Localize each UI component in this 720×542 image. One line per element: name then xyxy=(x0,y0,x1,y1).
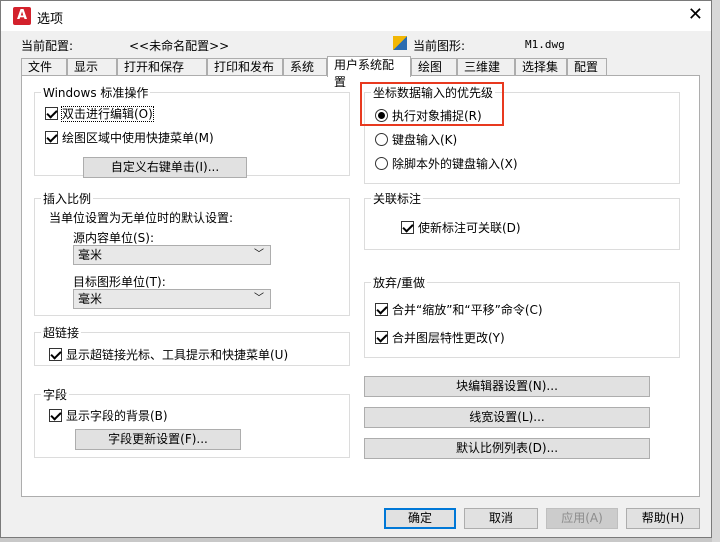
title-bar: A 选项 ✕ xyxy=(1,1,711,31)
close-icon[interactable]: ✕ xyxy=(688,4,703,25)
checkbox-checked-icon[interactable] xyxy=(375,303,388,316)
source-units-select[interactable]: 毫米 ﹀ xyxy=(73,245,271,265)
group-undo-redo-title: 放弃/重做 xyxy=(371,274,428,291)
checkbox-checked-icon[interactable] xyxy=(45,107,58,120)
checkbox-checked-icon[interactable] xyxy=(45,131,58,144)
group-assoc-dim: 关联标注 使新标注可关联(D) xyxy=(364,190,680,250)
group-insert-scale-title: 插入比例 xyxy=(41,190,94,207)
radio-keyboard-except-scripts[interactable]: 除脚本外的键盘输入(X) xyxy=(375,155,518,172)
autocad-app-icon: A xyxy=(13,7,31,25)
background-drawing-area xyxy=(712,0,720,542)
radio-unselected-icon[interactable] xyxy=(375,133,388,146)
field-update-settings-button[interactable]: 字段更新设置(F)... xyxy=(75,429,241,450)
insert-scale-description: 当单位设置为无单位时的默认设置: xyxy=(49,211,234,225)
show-field-background-checkbox[interactable]: 显示字段的背景(B) xyxy=(49,407,168,424)
checkbox-checked-icon[interactable] xyxy=(49,409,62,422)
combine-layer-changes-checkbox[interactable]: 合并图层特性更改(Y) xyxy=(375,329,505,346)
chevron-down-icon: ﹀ xyxy=(254,249,264,260)
customize-right-click-button[interactable]: 自定义右键单击(I)... xyxy=(83,157,247,178)
group-windows-ops-title: Windows 标准操作 xyxy=(41,84,151,101)
radio-keyboard-entry[interactable]: 键盘输入(K) xyxy=(375,131,457,148)
group-fields: 字段 显示字段的背景(B) 字段更新设置(F)... xyxy=(34,386,350,458)
target-units-label: 目标图形单位(T): xyxy=(73,275,166,289)
current-drawing-label: 当前图形: xyxy=(413,39,466,53)
cancel-button[interactable]: 取消 xyxy=(464,508,538,529)
red-highlight-annotation xyxy=(360,82,504,126)
current-config-label: 当前配置: xyxy=(21,39,74,53)
double-click-edit-checkbox[interactable]: 双击进行编辑(O) xyxy=(45,105,154,122)
tab-panel-user-preferences: Windows 标准操作 双击进行编辑(O) 绘图区域中使用快捷菜单(M) 自定… xyxy=(21,75,700,497)
current-drawing-value: M1.dwg xyxy=(525,38,565,51)
apply-button[interactable]: 应用(A) xyxy=(546,508,618,529)
show-hyperlink-cursor-checkbox[interactable]: 显示超链接光标、工具提示和快捷菜单(U) xyxy=(49,346,288,363)
target-units-select[interactable]: 毫米 ﹀ xyxy=(73,289,271,309)
options-dialog: A 选项 ✕ 当前配置: <<未命名配置>> 当前图形: M1.dwg 文件 显… xyxy=(0,0,712,538)
group-hyperlink: 超链接 显示超链接光标、工具提示和快捷菜单(U) xyxy=(34,324,350,366)
make-new-dims-associative-checkbox[interactable]: 使新标注可关联(D) xyxy=(401,219,521,236)
combine-zoom-pan-checkbox[interactable]: 合并“缩放”和“平移”命令(C) xyxy=(375,301,543,318)
tab-system[interactable]: 系统 xyxy=(283,58,327,76)
group-assoc-dim-title: 关联标注 xyxy=(371,190,424,207)
source-units-label: 源内容单位(S): xyxy=(73,231,155,245)
shortcut-menu-checkbox[interactable]: 绘图区域中使用快捷菜单(M) xyxy=(45,129,214,146)
chevron-down-icon: ﹀ xyxy=(254,293,264,304)
checkbox-checked-icon[interactable] xyxy=(375,331,388,344)
tab-files[interactable]: 文件 xyxy=(21,58,67,76)
group-insert-scale: 插入比例 当单位设置为无单位时的默认设置: 源内容单位(S): 毫米 ﹀ 目标图形… xyxy=(34,190,350,316)
tab-selection[interactable]: 选择集 xyxy=(515,58,567,76)
help-button[interactable]: 帮助(H) xyxy=(626,508,700,529)
dialog-title: 选项 xyxy=(37,12,64,27)
radio-unselected-icon[interactable] xyxy=(375,157,388,170)
group-hyperlink-title: 超链接 xyxy=(41,324,82,341)
tab-3d-modeling[interactable]: 三维建模 xyxy=(457,58,515,91)
group-undo-redo: 放弃/重做 合并“缩放”和“平移”命令(C) 合并图层特性更改(Y) xyxy=(364,274,680,358)
drawing-file-icon xyxy=(393,36,407,50)
checkbox-checked-icon[interactable] xyxy=(401,221,414,234)
lineweight-settings-button[interactable]: 线宽设置(L)... xyxy=(364,407,650,428)
group-windows-ops: Windows 标准操作 双击进行编辑(O) 绘图区域中使用快捷菜单(M) 自定… xyxy=(34,84,350,178)
tab-user-preferences[interactable]: 用户系统配置 xyxy=(327,56,411,89)
group-fields-title: 字段 xyxy=(41,386,70,403)
current-config-value: <<未命名配置>> xyxy=(129,39,230,53)
tab-plot-publish[interactable]: 打印和发布 xyxy=(207,58,283,76)
tab-display[interactable]: 显示 xyxy=(67,58,117,76)
ok-button[interactable]: 确定 xyxy=(384,508,456,529)
tab-open-save[interactable]: 打开和保存 xyxy=(117,58,207,76)
tab-profiles[interactable]: 配置 xyxy=(567,58,607,76)
block-editor-settings-button[interactable]: 块编辑器设置(N)... xyxy=(364,376,650,397)
checkbox-checked-icon[interactable] xyxy=(49,348,62,361)
default-scale-list-button[interactable]: 默认比例列表(D)... xyxy=(364,438,650,459)
tab-drafting[interactable]: 绘图 xyxy=(411,58,457,76)
